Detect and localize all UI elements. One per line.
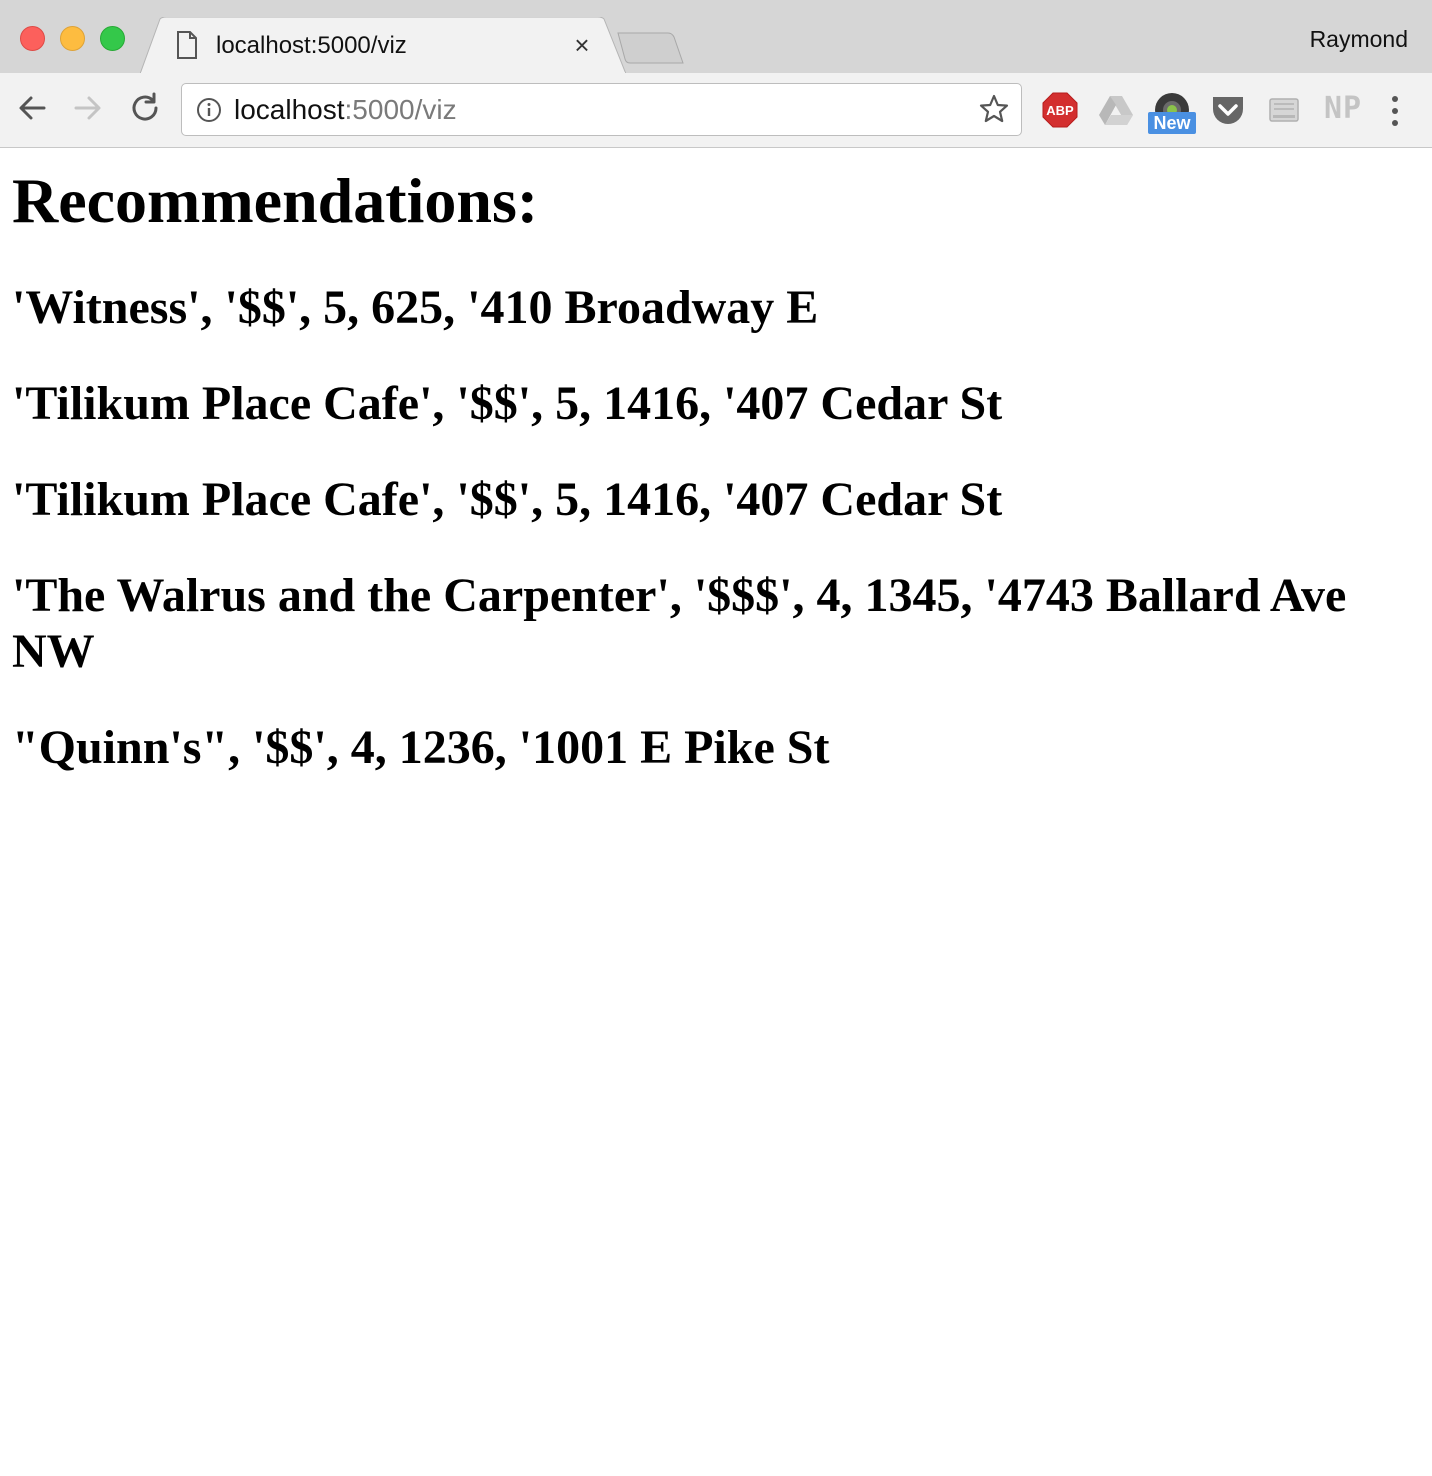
recommendation-item: 'Witness', '$$', 5, 625, '410 Broadway E <box>12 281 819 334</box>
google-drive-icon[interactable] <box>1097 91 1135 129</box>
minimize-window-button[interactable] <box>60 26 85 51</box>
recommendation-item: "Quinn's", '$$', 4, 1236, '1001 E Pike S… <box>12 721 830 774</box>
adblock-plus-icon[interactable]: ABP <box>1041 91 1079 129</box>
tab-strip: localhost:5000/viz × Raymond <box>0 0 1432 74</box>
bookmark-star-icon[interactable] <box>979 94 1009 124</box>
zoom-window-button[interactable] <box>100 26 125 51</box>
new-badge: New <box>1148 112 1196 134</box>
page-title: Recommendations: <box>12 165 539 236</box>
back-arrow-icon[interactable] <box>14 90 50 126</box>
address-bar[interactable]: localhost:5000/viz <box>181 83 1022 136</box>
tab-active[interactable]: localhost:5000/viz × <box>140 17 626 74</box>
abp-text: ABP <box>1046 103 1074 118</box>
document-icon <box>177 31 197 59</box>
tab-title: localhost:5000/viz <box>216 32 407 59</box>
pocket-icon[interactable] <box>1209 91 1247 129</box>
info-icon[interactable] <box>196 97 222 123</box>
new-tab-button[interactable] <box>616 31 684 65</box>
profile-name[interactable]: Raymond <box>1310 26 1408 53</box>
url-path: :5000/viz <box>344 94 457 125</box>
recommendation-item: 'Tilikum Place Cafe', '$$', 5, 1416, '40… <box>12 377 1003 430</box>
url-text[interactable]: localhost:5000/viz <box>234 93 457 127</box>
browser-toolbar: localhost:5000/viz ABP New NP <box>0 73 1432 148</box>
recommendation-item: 'Tilikum Place Cafe', '$$', 5, 1416, '40… <box>12 473 1003 526</box>
reload-icon[interactable] <box>127 90 163 126</box>
storage-extension-icon[interactable] <box>1265 91 1303 129</box>
np-extension-icon[interactable]: NP <box>1324 91 1362 126</box>
forward-arrow-icon[interactable] <box>70 90 106 126</box>
recommendation-item: 'The Walrus and the Carpenter', '$$$', 4… <box>12 569 1347 678</box>
close-window-button[interactable] <box>20 26 45 51</box>
page-content: Recommendations: 'Witness', '$$', 5, 625… <box>0 148 1432 1476</box>
more-menu-icon[interactable] <box>1384 93 1406 129</box>
url-host: localhost <box>234 94 345 125</box>
close-tab-button[interactable]: × <box>570 31 594 59</box>
